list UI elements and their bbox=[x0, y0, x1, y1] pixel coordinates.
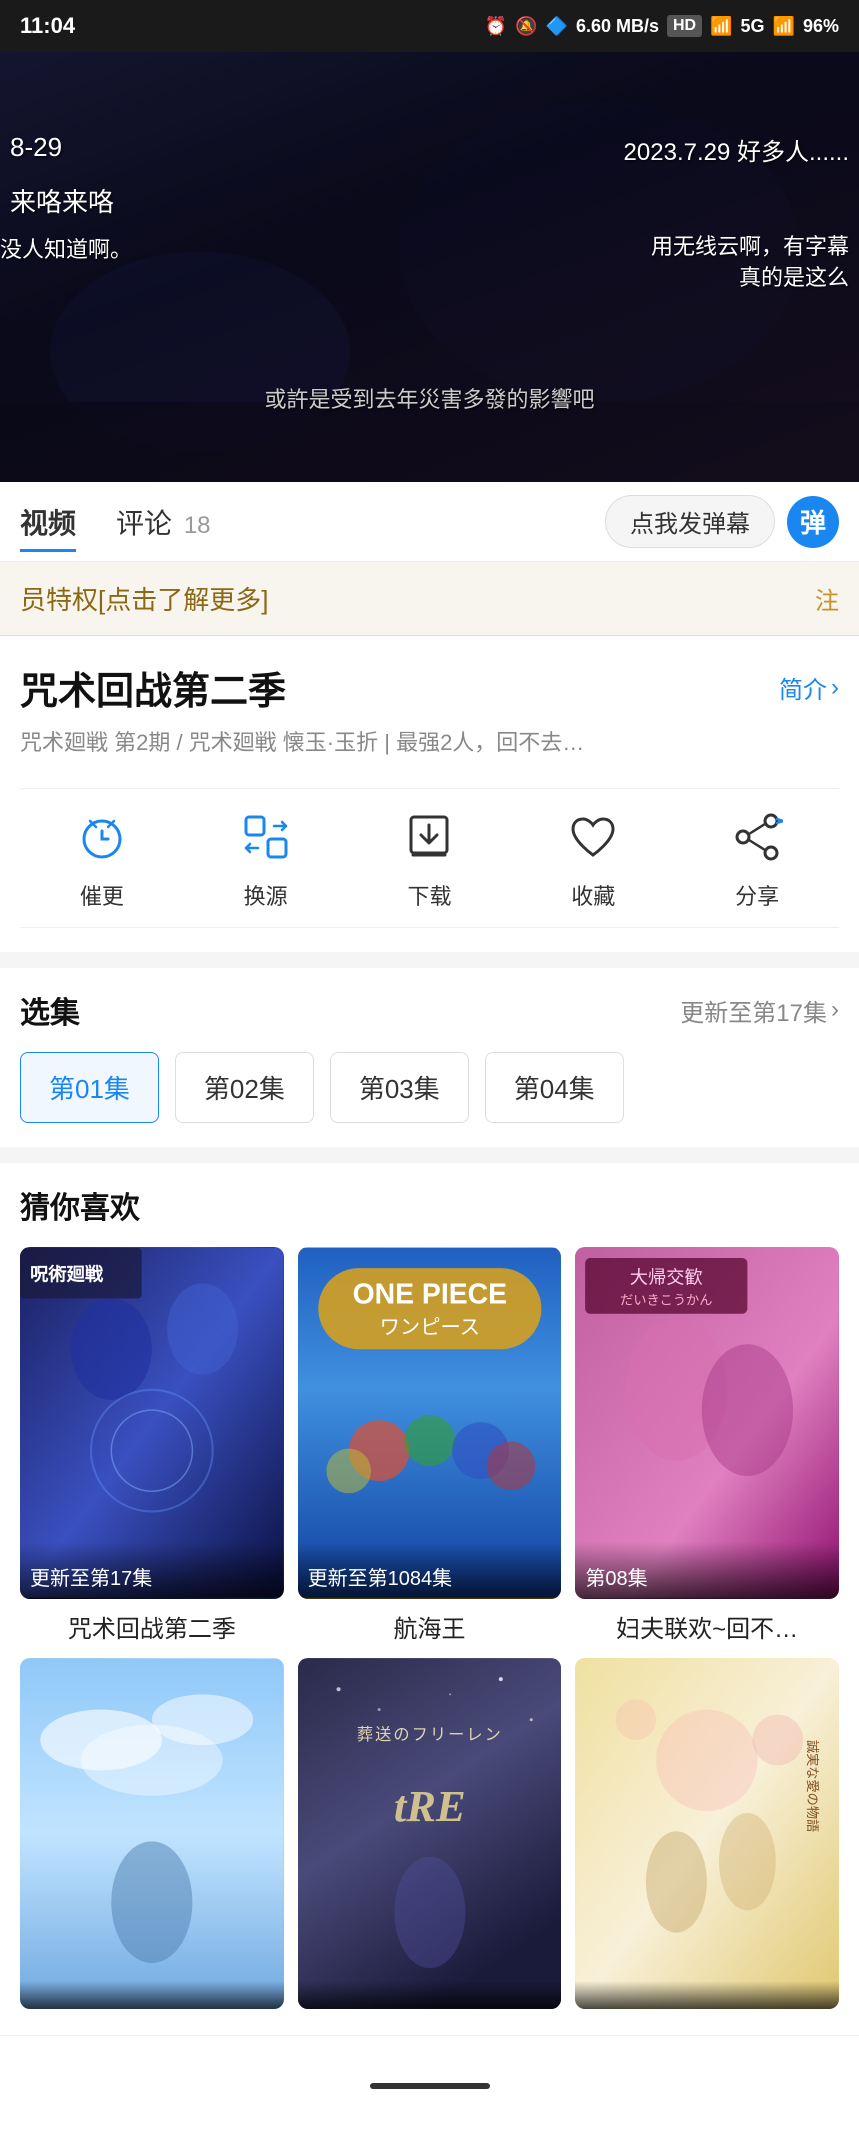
recommend-item-sky[interactable] bbox=[20, 1658, 284, 2020]
status-bar: 11:04 ⏰ 🔕 🔷 6.60 MB/s HD 📶 5G 📶 96% bbox=[0, 0, 859, 52]
recommend-title: 猜你喜欢 bbox=[20, 1183, 839, 1227]
episode-btn-02[interactable]: 第02集 bbox=[175, 1052, 314, 1123]
episode-title: 选集 bbox=[20, 988, 80, 1032]
tab-video[interactable]: 视频 bbox=[20, 492, 76, 552]
episode-btn-04[interactable]: 第04集 bbox=[485, 1052, 624, 1123]
badge-onepiece: 更新至第1084集 bbox=[298, 1542, 562, 1599]
hd-badge: HD bbox=[667, 15, 702, 37]
share-icon bbox=[725, 805, 789, 869]
recommend-item-jujutsu[interactable]: 呪術廻戦 更新至第17集 咒术回战第二季 bbox=[20, 1247, 284, 1644]
share-label: 分享 bbox=[735, 879, 779, 911]
share-button[interactable]: 分享 bbox=[725, 805, 789, 911]
signal-bars: 📶 bbox=[773, 16, 795, 37]
switch-icon bbox=[234, 805, 298, 869]
badge-frieren bbox=[298, 1981, 562, 2009]
show-info: 咒术回战第二季 简介 › 咒术廻戦 第2期 / 咒术廻戦 懐玉·玉折 | 最强2… bbox=[0, 636, 859, 952]
thumb-anime3: 誠実な愛の物語 bbox=[575, 1658, 839, 2010]
badge-yaoi: 第08集 bbox=[575, 1542, 839, 1599]
name-yaoi: 妇夫联欢~回不… bbox=[575, 1609, 839, 1644]
show-tags: 咒术廻戦 第2期 / 咒术廻戦 懐玉·玉折 | 最强2人，回不去… bbox=[20, 725, 839, 760]
member-right-text: 注 bbox=[815, 581, 839, 616]
episode-btn-01[interactable]: 第01集 bbox=[20, 1052, 159, 1123]
show-title: 咒术回战第二季 bbox=[20, 660, 286, 715]
danmu-send-button[interactable]: 点我发弹幕 bbox=[605, 495, 775, 548]
wifi-icon: 📶 bbox=[710, 16, 732, 37]
chevron-right-icon: › bbox=[831, 996, 839, 1024]
chevron-right-icon: › bbox=[831, 674, 839, 702]
name-jujutsu: 咒术回战第二季 bbox=[20, 1609, 284, 1644]
status-time: 11:04 bbox=[20, 13, 75, 39]
thumb-onepiece: ONE PIECE ワンピース 更新至第1084集 bbox=[298, 1247, 562, 1599]
episode-list: 第01集 第02集 第03集 第04集 bbox=[20, 1052, 839, 1131]
speed-indicator: 6.60 MB/s bbox=[576, 16, 659, 37]
recommend-item-anime3[interactable]: 誠実な愛の物語 bbox=[575, 1658, 839, 2020]
svg-text:誠実な愛の物語: 誠実な愛の物語 bbox=[806, 1740, 822, 1832]
video-tabs: 视频 评论 18 点我发弹幕 弹 bbox=[0, 482, 859, 562]
badge-anime3 bbox=[575, 1981, 839, 2009]
thumb-jujutsu: 呪術廻戦 更新至第17集 bbox=[20, 1247, 284, 1599]
collect-label: 收藏 bbox=[571, 879, 615, 911]
recommend-item-frieren[interactable]: 葬送のフリーレン tRE bbox=[298, 1658, 562, 2020]
tab-comment[interactable]: 评论 18 bbox=[116, 492, 211, 552]
svg-text:ONE PIECE: ONE PIECE bbox=[352, 1279, 507, 1311]
video-player[interactable]: 8-29 2023.7.29 好多人...... 来咯来咯 没人知道啊。 用无线… bbox=[0, 52, 859, 482]
source-button[interactable]: 换源 bbox=[234, 805, 298, 911]
svg-text:tRE: tRE bbox=[394, 1781, 466, 1831]
show-title-row: 咒术回战第二季 简介 › bbox=[20, 660, 839, 715]
name-onepiece: 航海王 bbox=[298, 1609, 562, 1644]
svg-text:呪術廻戦: 呪術廻戦 bbox=[30, 1263, 104, 1284]
recommend-section: 猜你喜欢 bbox=[0, 1163, 859, 2035]
collect-button[interactable]: 收藏 bbox=[561, 805, 625, 911]
status-icons: ⏰ 🔕 🔷 6.60 MB/s HD 📶 5G 📶 96% bbox=[485, 15, 839, 37]
source-label: 换源 bbox=[244, 879, 288, 911]
recommend-item-onepiece[interactable]: ONE PIECE ワンピース 更新至第1084集 航海王 bbox=[298, 1247, 562, 1644]
member-banner[interactable]: 员特权[点击了解更多] 注 bbox=[0, 562, 859, 636]
thumb-frieren: 葬送のフリーレン tRE bbox=[298, 1658, 562, 2010]
heart-icon bbox=[561, 805, 625, 869]
bottom-nav bbox=[0, 2035, 859, 2135]
member-text: 员特权[点击了解更多] bbox=[20, 580, 268, 617]
download-button[interactable]: 下载 bbox=[397, 805, 461, 911]
show-intro-button[interactable]: 简介 › bbox=[779, 670, 839, 705]
download-icon bbox=[397, 805, 461, 869]
nav-indicator bbox=[370, 2083, 490, 2089]
svg-text:ワンピース: ワンピース bbox=[379, 1317, 479, 1339]
badge-sky bbox=[20, 1981, 284, 2009]
svg-text:大帰交歓: 大帰交歓 bbox=[630, 1268, 703, 1288]
action-row: 催更 换源 bbox=[20, 788, 839, 928]
signal-5g: 5G bbox=[741, 16, 765, 37]
thumb-yaoi: 大帰交歓 だいきこうかん 第08集 bbox=[575, 1247, 839, 1599]
badge-jujutsu: 更新至第17集 bbox=[20, 1542, 284, 1599]
danmu-btn-group: 点我发弹幕 弹 bbox=[605, 495, 839, 548]
recommend-item-yaoi[interactable]: 大帰交歓 だいきこうかん 第08集 妇夫联欢~回不… bbox=[575, 1247, 839, 1644]
alarm-icon: ⏰ bbox=[485, 16, 507, 37]
remind-label: 催更 bbox=[80, 879, 124, 911]
episode-more-button[interactable]: 更新至第17集 › bbox=[680, 993, 839, 1028]
danmu-bottom: 或許是受到去年災害多發的影響吧 bbox=[264, 382, 594, 414]
recommend-grid: 呪術廻戦 更新至第17集 咒术回战第二季 bbox=[20, 1247, 839, 2019]
thumb-sky bbox=[20, 1658, 284, 2010]
episode-header: 选集 更新至第17集 › bbox=[20, 988, 839, 1032]
episode-btn-03[interactable]: 第03集 bbox=[330, 1052, 469, 1123]
remind-button[interactable]: 催更 bbox=[70, 805, 134, 911]
battery: 96% bbox=[803, 16, 839, 37]
mute-icon: 🔕 bbox=[515, 16, 537, 37]
danmu-icon-button[interactable]: 弹 bbox=[787, 496, 839, 548]
svg-text:だいきこうかん: だいきこうかん bbox=[620, 1293, 712, 1308]
video-background: 8-29 2023.7.29 好多人...... 来咯来咯 没人知道啊。 用无线… bbox=[0, 52, 859, 482]
download-label: 下载 bbox=[407, 879, 451, 911]
bluetooth-icon: 🔷 bbox=[546, 16, 568, 37]
svg-text:葬送のフリーレン: 葬送のフリーレン bbox=[357, 1726, 503, 1744]
alarm-icon bbox=[70, 805, 134, 869]
episode-section: 选集 更新至第17集 › 第01集 第02集 第03集 第04集 bbox=[0, 968, 859, 1147]
